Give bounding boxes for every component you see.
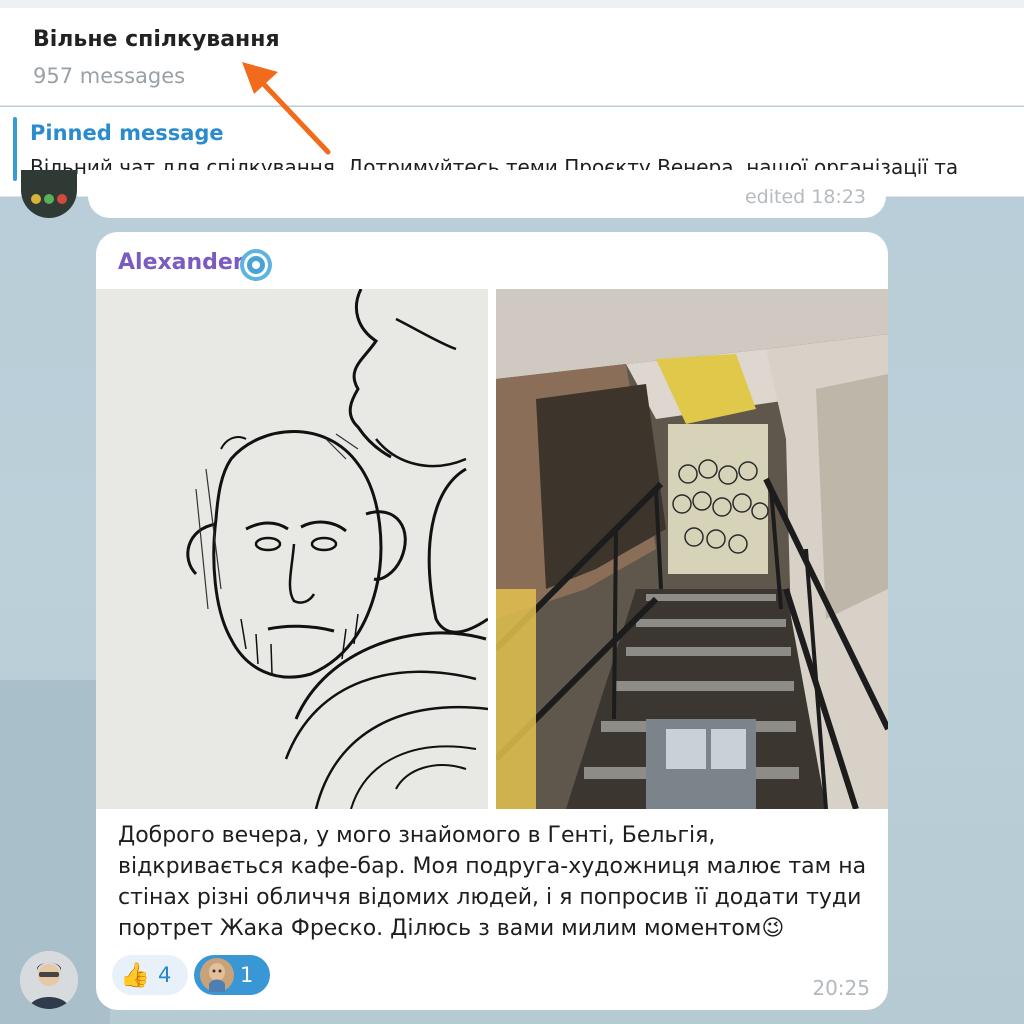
custom-sticker-icon	[200, 958, 234, 992]
reaction-count: 1	[240, 963, 254, 987]
sketch-image	[96, 289, 488, 809]
reaction-custom[interactable]: 1	[194, 955, 270, 995]
previous-message-bubble[interactable]: edited 18:23	[88, 170, 886, 218]
message-line: Доброго вечера, у мого знайомого в Генті…	[118, 823, 716, 848]
window-top-strip	[0, 0, 1024, 8]
verified-badge-icon	[240, 249, 272, 281]
avatar[interactable]	[20, 951, 78, 1009]
pinned-accent-bar	[13, 117, 17, 181]
message-line: стінах різні обличчя відомих людей, і я …	[118, 885, 862, 910]
sender-name[interactable]: Alexander	[118, 250, 244, 275]
avatar-icon	[20, 951, 78, 1009]
message-count: 957 messages	[33, 64, 186, 88]
message-line: портрет Жака Фреско. Ділюсь з вами милим…	[118, 916, 785, 941]
chat-title[interactable]: Вільне спілкування	[33, 27, 280, 52]
photo-sketch-portrait[interactable]	[96, 289, 488, 809]
edited-timestamp: edited 18:23	[744, 186, 866, 208]
message-bubble[interactable]: Alexander Доброго вечера, у мого знайомо…	[96, 232, 888, 1010]
reaction-count: 4	[158, 963, 172, 987]
pinned-title: Pinned message	[30, 121, 224, 145]
thumbs-up-icon: 👍	[120, 961, 150, 989]
message-time: 20:25	[812, 976, 870, 1000]
annotation-arrow-icon	[242, 62, 331, 155]
message-text: Доброго вечера, у мого знайомого в Генті…	[118, 820, 868, 944]
chat-header[interactable]: Вільне спілкування 957 messages	[0, 8, 1024, 106]
reaction-thumbs-up[interactable]: 👍 4	[112, 955, 188, 995]
staircase-image	[496, 289, 888, 809]
photo-staircase[interactable]	[496, 289, 888, 809]
message-line: відкривається кафе-бар. Моя подруга-худо…	[118, 854, 867, 879]
